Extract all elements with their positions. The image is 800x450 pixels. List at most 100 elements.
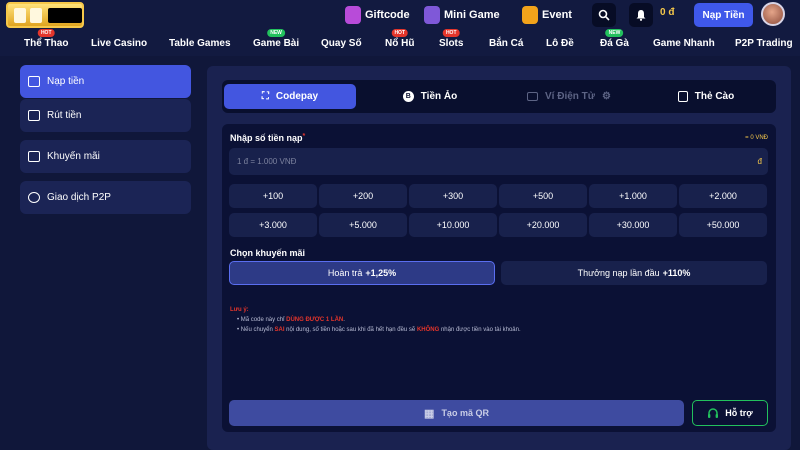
bitcoin-icon: B	[402, 91, 414, 102]
nav-item-lo-de[interactable]: Lô Đề	[546, 38, 574, 49]
quick-amount-button[interactable]: +50.000	[679, 213, 767, 237]
tab-label: Tiền Ảo	[420, 91, 458, 102]
sidebar-item-rut-tien[interactable]: Rút tiền	[20, 99, 191, 132]
payment-tabs: ⛶ Codepay B Tiền Ảo Ví Điện Tử ⚙ Thẻ Cào	[222, 80, 776, 113]
ewallet-icon	[527, 92, 538, 101]
quick-amount-button[interactable]: +1.000	[589, 184, 677, 208]
giftcode-link[interactable]: Giftcode	[345, 4, 410, 26]
quick-amount-button[interactable]: +200	[319, 184, 407, 208]
tab-label: Ví Điện Tử	[545, 91, 596, 102]
giftcode-label: Giftcode	[365, 9, 410, 21]
maintenance-icon: ⚙	[602, 91, 611, 102]
notification-button[interactable]	[629, 3, 653, 27]
note-line-2: • Nếu chuyển SAI nội dung, số tiền hoặc …	[237, 327, 521, 333]
gift-icon	[345, 6, 361, 24]
sidebar-item-nap-tien[interactable]: Nạp tiền	[20, 65, 191, 98]
nav-item-live-casino[interactable]: Live Casino	[91, 38, 147, 49]
required-mark: *	[302, 133, 306, 140]
nav-item-table-games[interactable]: Table Games	[169, 38, 231, 49]
note-text: nội dung, số tiền hoặc sau khi đã hết hạ…	[284, 327, 417, 333]
create-qr-button[interactable]: ▦ Tạo mã QR	[229, 400, 684, 426]
deposit-panel: ⛶ Codepay B Tiền Ảo Ví Điện Tử ⚙ Thẻ Cào…	[207, 66, 791, 450]
amount-label: Nhập số tiền nạp*	[230, 133, 305, 143]
nav-label: Live Casino	[91, 38, 148, 49]
codepay-form: Nhập số tiền nạp* = 0 VNĐ đ +100 +200 +3…	[222, 124, 776, 432]
support-button[interactable]: Hỗ trợ	[692, 400, 768, 426]
main-nav: HOT Thể Thao Live Casino Table Games NEW G…	[0, 29, 800, 56]
gamepad-icon	[424, 6, 440, 24]
promo-text: Hoàn trả	[327, 268, 363, 278]
sidebar-item-label: Rút tiền	[47, 110, 82, 121]
logo-screen	[48, 8, 82, 23]
nav-label: Slots	[439, 38, 464, 49]
nav-item-quay-so[interactable]: Quay Số	[321, 38, 362, 49]
nav-item-game-bai[interactable]: NEW Game Bài	[253, 29, 300, 49]
nav-item-da-ga[interactable]: NEW Đá Gà	[600, 29, 629, 49]
tab-label: Codepay	[275, 91, 319, 102]
promo-option-hoan-tra[interactable]: Hoàn trả +1,25%	[229, 261, 495, 285]
headset-icon	[708, 407, 719, 418]
sidebar-item-khuyen-mai[interactable]: Khuyến mãi	[20, 140, 191, 173]
currency-symbol: đ	[757, 157, 762, 166]
quick-amount-button[interactable]: +100	[229, 184, 317, 208]
mini-game-link[interactable]: Mini Game	[424, 4, 500, 26]
p2p-icon	[28, 192, 40, 203]
event-link[interactable]: Event	[522, 4, 572, 26]
qr-code-icon: ▦	[424, 407, 435, 420]
support-label: Hỗ trợ	[725, 408, 753, 418]
amount-label-text: Nhập số tiền nạp	[230, 133, 303, 143]
nav-label: Bắn Cá	[489, 38, 524, 49]
tab-tien-ao[interactable]: B Tiền Ảo	[364, 84, 496, 109]
quick-amount-button[interactable]: +2.000	[679, 184, 767, 208]
event-label: Event	[542, 9, 572, 21]
tab-vi-dien-tu[interactable]: Ví Điện Tử ⚙	[503, 84, 635, 109]
quick-amount-button[interactable]: +10.000	[409, 213, 497, 237]
search-button[interactable]	[592, 3, 616, 27]
nav-item-p2p-trading[interactable]: P2P Trading	[735, 38, 793, 49]
nav-item-slots[interactable]: HOT Slots	[439, 29, 464, 49]
nav-item-the-thao[interactable]: HOT Thể Thao	[24, 29, 69, 49]
tab-codepay[interactable]: ⛶ Codepay	[224, 84, 356, 109]
wallet-icon	[28, 76, 40, 87]
tab-label: Thẻ Cào	[694, 91, 735, 102]
notes: Lưu ý: • Mã code này chỉ DÙNG ĐƯỢC 1 LẦN…	[230, 305, 750, 335]
nav-item-no-hu[interactable]: HOT Nổ Hũ	[385, 29, 414, 49]
promo-text: Thưởng nạp lần đầu	[577, 268, 660, 278]
nav-label: Game Bài	[253, 38, 300, 49]
logo[interactable]	[6, 2, 84, 28]
quick-amount-button[interactable]: +3.000	[229, 213, 317, 237]
note-text: .	[343, 317, 345, 323]
sidebar-item-label: Giao dịch P2P	[47, 192, 111, 203]
amount-input[interactable]	[229, 148, 768, 175]
sidebar-item-label: Nạp tiền	[47, 76, 85, 87]
converted-value: = 0 VNĐ	[745, 135, 768, 141]
codepay-icon: ⛶	[261, 91, 269, 102]
new-badge: NEW	[605, 29, 624, 37]
fireworks-icon	[522, 6, 538, 24]
note-line-1: • Mã code này chỉ DÙNG ĐƯỢC 1 LẦN.	[237, 317, 345, 323]
notes-title: Lưu ý:	[230, 307, 249, 313]
quick-amount-button[interactable]: +500	[499, 184, 587, 208]
note-emphasis: DÙNG ĐƯỢC 1 LẦN	[286, 317, 344, 323]
search-icon	[598, 9, 610, 21]
tab-the-cao[interactable]: Thẻ Cào	[640, 84, 772, 109]
create-qr-label: Tạo mã QR	[441, 408, 489, 418]
sidebar-item-label: Khuyến mãi	[47, 151, 100, 162]
nav-label: Quay Số	[321, 38, 362, 49]
quick-amount-button[interactable]: +30.000	[589, 213, 677, 237]
quick-amount-button[interactable]: +5.000	[319, 213, 407, 237]
hot-badge: HOT	[442, 29, 460, 37]
nav-label: Thể Thao	[24, 38, 69, 49]
nav-item-ban-ca[interactable]: Bắn Cá	[489, 38, 523, 49]
note-emphasis: KHÔNG	[416, 327, 440, 333]
promo-option-thuong-nap[interactable]: Thưởng nạp lần đầu +110%	[501, 261, 767, 285]
avatar[interactable]	[761, 2, 785, 26]
deposit-button[interactable]: Nạp Tiền	[694, 3, 753, 27]
nav-item-game-nhanh[interactable]: Game Nhanh	[653, 38, 715, 49]
sidebar-item-giao-dich-p2p[interactable]: Giao dịch P2P	[20, 181, 191, 214]
gift-icon	[28, 151, 40, 162]
nav-label: P2P Trading	[735, 38, 793, 49]
quick-amount-button[interactable]: +20.000	[499, 213, 587, 237]
quick-amount-button[interactable]: +300	[409, 184, 497, 208]
note-text: Nếu chuyển	[240, 327, 275, 333]
